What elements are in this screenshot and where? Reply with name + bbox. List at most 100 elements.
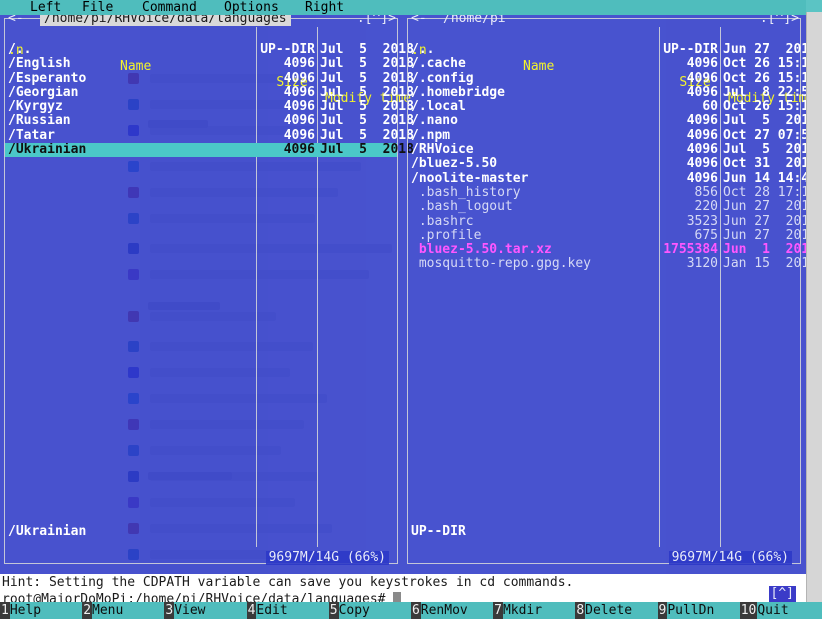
file-modify-time: Jul 5 2018 [320, 113, 414, 129]
function-key-1-help[interactable]: 1Help [0, 602, 82, 619]
file-row[interactable]: /noolite-master 4096 Jun 14 14:41 [408, 170, 806, 186]
file-row[interactable]: bluez-5.50.tar.xz 1755384 Jun 1 2018 [408, 242, 806, 258]
column-headers-left[interactable]: .n Name Size Modify time [5, 27, 411, 106]
file-row[interactable]: /.. UP--DIR Jul 5 2018 [5, 42, 414, 57]
file-name: /.cache [411, 57, 466, 72]
hide-panels-button[interactable]: [^] [768, 586, 796, 602]
function-key-bar[interactable]: 1Help 2Menu 3View 4Edit 5Copy 6RenMov 7Mkdir 8D… [0, 602, 822, 619]
file-row[interactable]: /Georgian 4096 Jul 5 2018 [5, 84, 414, 100]
function-key-number: 3 [164, 602, 175, 619]
file-panel-left[interactable]: <- /home/pi/RHVoice/data/languages .[^]>… [0, 11, 414, 567]
file-row[interactable]: /.npm 4096 Oct 27 07:55 [408, 127, 806, 143]
function-key-label: Copy [338, 603, 370, 618]
menu-item-left[interactable]: Left [28, 0, 63, 15]
file-name: /Ukrainian [8, 143, 87, 158]
file-name: /.config [411, 71, 474, 86]
file-name: /.. [8, 43, 32, 57]
file-modify-time: Oct 31 2018 [723, 156, 806, 172]
file-list-left[interactable]: /.. UP--DIR Jul 5 2018/English 4096 Jul 5 20… [5, 42, 414, 547]
file-name: /Esperanto [8, 71, 87, 86]
file-size: 4096 [686, 127, 718, 143]
file-row[interactable]: .bash_logout 220 Jun 27 2018 [408, 199, 806, 215]
menu-item-file[interactable]: File [80, 0, 115, 15]
file-row[interactable]: /bluez-5.50 4096 Oct 31 2018 [408, 156, 806, 172]
file-modify-time: Jun 14 14:41 [723, 170, 806, 186]
function-key-6-renmov[interactable]: 6RenMov [410, 602, 493, 619]
file-name: /noolite-master [411, 171, 529, 186]
menu-item-right[interactable]: Right [303, 0, 346, 15]
file-row[interactable]: /.config 4096 Oct 26 15:12 [408, 71, 806, 86]
file-size: 4096 [283, 56, 315, 72]
file-row[interactable]: /.nano 4096 Jul 5 2018 [408, 113, 806, 129]
file-row[interactable]: /RHVoice 4096 Jul 5 2018 [408, 142, 806, 158]
file-size: 4096 [686, 170, 718, 186]
file-size: 4096 [283, 142, 315, 158]
function-key-number: 1 [0, 602, 10, 619]
file-size: 220 [694, 199, 718, 215]
function-key-9-pulldn[interactable]: 9PullDn [657, 602, 740, 619]
file-size: 4096 [283, 70, 315, 86]
file-size: 4096 [686, 156, 718, 172]
file-row[interactable]: /.local 60 Oct 26 15:12 [408, 99, 806, 115]
function-key-label: View [174, 603, 206, 618]
hint-line: Hint: Setting the CDPATH variable can sa… [0, 574, 806, 591]
file-size: 4096 [686, 113, 718, 129]
column-headers-right[interactable]: .n Name Size Modify time [408, 27, 806, 106]
file-modify-time: Jul 5 2018 [320, 142, 414, 158]
file-row[interactable]: /.. UP--DIR Jun 27 2018 [408, 42, 806, 57]
window-right-edge-top [806, 0, 822, 12]
file-size: UP--DIR [260, 42, 315, 57]
function-key-3-view[interactable]: 3View [164, 602, 246, 619]
file-modify-time: Oct 28 17:12 [723, 184, 806, 200]
function-key-4-edit[interactable]: 4Edit [246, 602, 329, 619]
file-name: /.homebridge [411, 85, 505, 100]
file-row[interactable]: .bash_history 856 Oct 28 17:12 [408, 184, 806, 200]
file-panel-right[interactable]: <- /home/pi .[^]> .n Name Size Modify ti… [403, 11, 806, 567]
function-key-number: 9 [657, 602, 668, 619]
function-key-8-delete[interactable]: 8Delete [575, 602, 657, 619]
panel-free-space-right: 9697M/14G (66%) [668, 551, 792, 565]
function-key-10-quit[interactable]: 10Quit [739, 602, 822, 619]
function-key-label: Quit [757, 603, 789, 618]
file-size: 4096 [283, 84, 315, 100]
file-row[interactable]: /.homebridge 4096 Jul 8 22:56 [408, 85, 806, 100]
file-row[interactable]: /Russian 4096 Jul 5 2018 [5, 113, 414, 129]
file-list-right[interactable]: /.. UP--DIR Jun 27 2018 /.cache 4096 Oct 26 1… [408, 42, 806, 547]
file-name: /.nano [411, 114, 458, 129]
file-row[interactable]: /Kyrgyz 4096 Jul 5 2018 [5, 99, 414, 114]
file-modify-time: Jul 5 2018 [320, 56, 414, 72]
file-size: 60 [702, 99, 718, 115]
function-key-label: PullDn [667, 603, 715, 618]
file-row[interactable]: .bashrc 3523 Jun 27 2018 [408, 214, 806, 229]
file-modify-time: Oct 26 15:12 [723, 99, 806, 115]
file-name: .bashrc [411, 214, 474, 229]
file-name: .profile [411, 228, 482, 243]
file-row[interactable]: .profile 675 Jun 27 2018 [408, 228, 806, 243]
function-key-number: 8 [575, 602, 586, 619]
file-name: mosquitto-repo.gpg.key [411, 257, 592, 272]
file-row[interactable]: /English 4096 Jul 5 2018 [5, 56, 414, 72]
file-name: /.local [411, 100, 466, 115]
function-key-number: 5 [328, 602, 339, 619]
menu-item-command[interactable]: Command [140, 0, 199, 15]
file-row[interactable]: /Esperanto 4096 Jul 5 2018 [5, 70, 414, 86]
file-row[interactable]: /Tatar 4096 Jul 5 2018 [5, 128, 414, 143]
file-modify-time: Jul 5 2018 [320, 70, 414, 86]
menu-item-options[interactable]: Options [222, 0, 281, 15]
function-key-5-copy[interactable]: 5Copy [328, 602, 411, 619]
panel-free-space-left: 9697M/14G (66%) [265, 551, 389, 565]
function-key-7-mkdir[interactable]: 7Mkdir [493, 602, 575, 619]
function-key-2-menu[interactable]: 2Menu [82, 602, 164, 619]
function-key-label: Mkdir [502, 603, 543, 618]
menu-bar[interactable]: Left File Command Options Right [0, 0, 806, 15]
file-size: 1755384 [663, 242, 718, 258]
file-size: 4096 [686, 56, 718, 72]
function-key-number: 2 [82, 602, 93, 619]
file-name: /.npm [411, 128, 451, 143]
file-row[interactable]: mosquitto-repo.gpg.key 3120 Jan 15 2018 [408, 257, 806, 272]
window-right-edge [806, 0, 822, 619]
file-size: 856 [694, 184, 718, 200]
file-size: 4096 [686, 142, 718, 158]
file-row[interactable]: /Ukrainian 4096 Jul 5 2018 [5, 142, 414, 158]
file-row[interactable]: /.cache 4096 Oct 26 15:12 [408, 56, 806, 72]
